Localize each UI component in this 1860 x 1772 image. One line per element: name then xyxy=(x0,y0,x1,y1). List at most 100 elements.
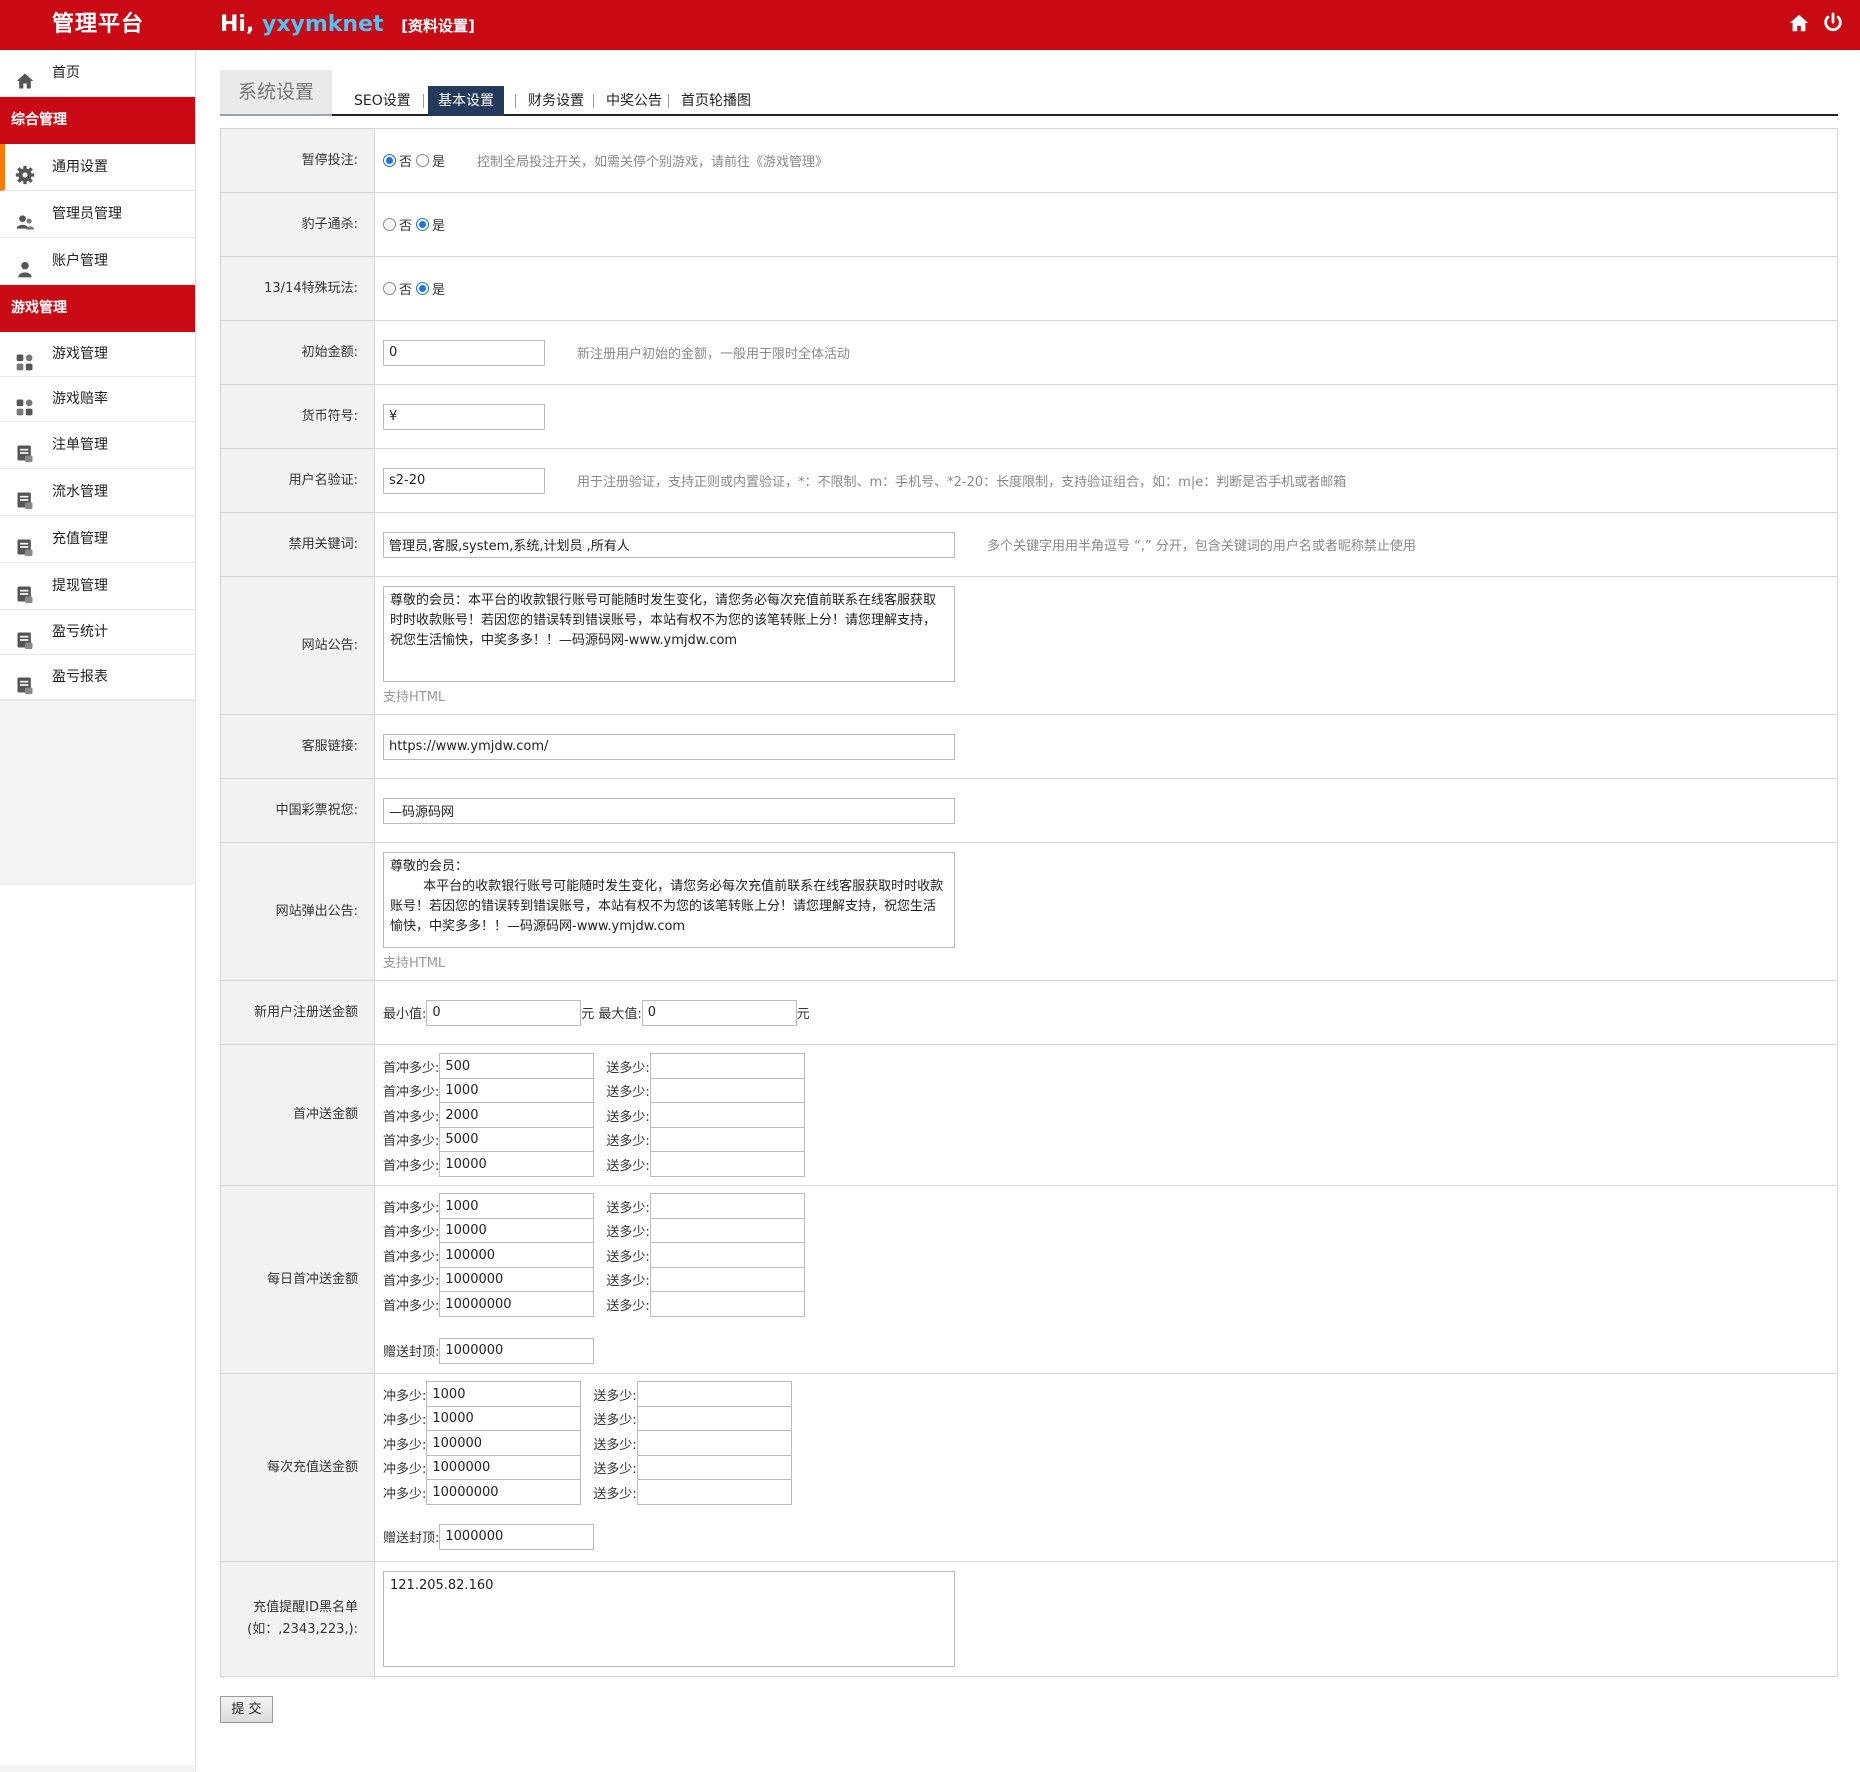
form-row-first-deposit: 首冲送金额 首冲多少: 送多少: 首冲多少: 送多少: 首冲多少: 送多少: 首冲多少: 送多… xyxy=(221,1045,1837,1186)
tier-row: 冲多少: 送多少: xyxy=(383,1430,792,1457)
initial-amount-input[interactable] xyxy=(383,339,545,366)
daily-cap-input[interactable] xyxy=(439,1337,595,1364)
form-row-blacklist: 充值提醒ID黑名单 (如：,2343,223,): 121.205.82.160 xyxy=(221,1562,1837,1676)
daily-first-bonus-input[interactable] xyxy=(649,1291,805,1318)
daily-first-amount-input[interactable] xyxy=(439,1217,595,1244)
each-deposit-bonus-input[interactable] xyxy=(636,1454,792,1481)
sidebar-item-bets[interactable]: 注单管理 xyxy=(0,422,195,469)
daily-first-amount-input[interactable] xyxy=(439,1242,595,1269)
username: yxymknet xyxy=(261,12,384,37)
tier-amount-label: 冲多少: xyxy=(383,1437,427,1453)
each-deposit-amount-input[interactable] xyxy=(426,1405,582,1432)
leopard-yes-radio[interactable] xyxy=(416,218,430,231)
home-icon xyxy=(15,64,35,89)
first-deposit-bonus-input[interactable] xyxy=(649,1102,805,1128)
tier-amount-label: 首冲多少: xyxy=(383,1085,440,1100)
field-label: 首冲送金额 xyxy=(221,1045,375,1185)
tab-finance[interactable]: 财务设置 xyxy=(518,86,594,116)
home-icon[interactable] xyxy=(1788,12,1812,36)
first-deposit-amount-input[interactable] xyxy=(439,1077,595,1104)
special-yes-radio[interactable] xyxy=(416,282,430,295)
username-check-input[interactable] xyxy=(383,467,545,494)
tier-bonus-label: 送多少: xyxy=(606,1298,650,1314)
sidebar-item-label: 盈亏统计 xyxy=(52,624,108,640)
site-notice-textarea[interactable]: 尊敬的会员：本平台的收款银行账号可能随时发生变化，请您务必每次充值前联系在线客服… xyxy=(383,586,955,682)
new-user-min-input[interactable] xyxy=(426,999,582,1026)
each-deposit-amount-input[interactable] xyxy=(426,1430,582,1457)
each-deposit-amount-input[interactable] xyxy=(426,1381,582,1408)
sidebar-bottom xyxy=(0,885,195,1765)
sidebar-item-game-odds[interactable]: 游戏赔率 xyxy=(0,377,195,422)
submit-button[interactable]: 提 交 xyxy=(220,1696,273,1723)
each-deposit-amount-input[interactable] xyxy=(426,1454,582,1481)
tier-row: 冲多少: 送多少: xyxy=(383,1479,792,1506)
sidebar-item-flow[interactable]: 流水管理 xyxy=(0,469,195,516)
daily-first-bonus-input[interactable] xyxy=(649,1193,805,1220)
first-deposit-amount-input[interactable] xyxy=(439,1151,595,1177)
first-deposit-amount-input[interactable] xyxy=(439,1102,595,1128)
daily-first-amount-input[interactable] xyxy=(439,1291,595,1318)
radio-label: 否 xyxy=(399,283,413,298)
sidebar-item-label: 提现管理 xyxy=(52,578,108,594)
tier-amount-label: 首冲多少: xyxy=(383,1225,440,1241)
tier-bonus-label: 送多少: xyxy=(606,1274,650,1290)
sidebar-item-game-manage[interactable]: 游戏管理 xyxy=(0,332,195,377)
each-deposit-bonus-input[interactable] xyxy=(636,1381,792,1408)
service-link-input[interactable] xyxy=(383,733,955,760)
first-deposit-amount-input[interactable] xyxy=(439,1126,595,1153)
tab-seo[interactable]: SEO设置 xyxy=(344,86,421,116)
each-deposit-bonus-input[interactable] xyxy=(636,1430,792,1457)
daily-first-bonus-input[interactable] xyxy=(649,1217,805,1244)
each-deposit-amount-input[interactable] xyxy=(426,1479,582,1506)
document-icon xyxy=(15,483,35,510)
sidebar-item-accounts[interactable]: 账户管理 xyxy=(0,238,195,285)
each-deposit-bonus-input[interactable] xyxy=(636,1405,792,1432)
tab-basic[interactable]: 基本设置 xyxy=(428,86,504,116)
special-no-radio[interactable] xyxy=(383,282,396,295)
field-label: 充值提醒ID黑名单 (如：,2343,223,): xyxy=(221,1562,375,1676)
banned-words-input[interactable] xyxy=(383,531,955,558)
radio-label: 是 xyxy=(432,283,446,298)
first-deposit-amount-input[interactable] xyxy=(439,1053,595,1079)
profile-settings-link[interactable]: [资料设置] xyxy=(401,17,475,35)
unit-label: 元 xyxy=(581,1007,595,1022)
blacklist-textarea[interactable]: 121.205.82.160 xyxy=(383,1571,955,1667)
sidebar-item-profit-stats[interactable]: 盈亏统计 xyxy=(0,610,195,655)
cap-label: 赠送封顶: xyxy=(383,1345,440,1361)
tab-winning-notice[interactable]: 中奖公告 xyxy=(596,86,672,116)
tier-row: 冲多少: 送多少: xyxy=(383,1454,792,1481)
lottery-wish-input[interactable] xyxy=(383,797,955,824)
sidebar-item-profit-report[interactable]: 盈亏报表 xyxy=(0,655,195,700)
field-label: 禁用关键词: xyxy=(221,513,375,576)
power-icon[interactable] xyxy=(1822,12,1846,36)
form-row-username-check: 用户名验证: 用于注册验证，支持正则或内置验证，*：不限制、m：手机号、*2-2… xyxy=(221,449,1837,513)
currency-input[interactable] xyxy=(383,403,545,430)
sidebar-item-recharge[interactable]: 充值管理 xyxy=(0,516,195,563)
sidebar-item-general-settings[interactable]: 通用设置 xyxy=(0,144,195,191)
each-deposit-bonus-input[interactable] xyxy=(636,1479,792,1506)
first-deposit-bonus-input[interactable] xyxy=(649,1126,805,1153)
daily-first-bonus-input[interactable] xyxy=(649,1242,805,1269)
each-cap-input[interactable] xyxy=(439,1523,595,1550)
tier-amount-label: 冲多少: xyxy=(383,1462,427,1478)
daily-first-amount-input[interactable] xyxy=(439,1266,595,1293)
pause-bet-no-radio[interactable] xyxy=(383,154,396,167)
first-deposit-bonus-input[interactable] xyxy=(649,1077,805,1104)
popup-notice-textarea[interactable]: 尊敬的会员： 本平台的收款银行账号可能随时发生变化，请您务必每次充值前联系在线客… xyxy=(383,852,955,948)
sidebar-item-admins[interactable]: 管理员管理 xyxy=(0,191,195,238)
first-deposit-bonus-input[interactable] xyxy=(649,1053,805,1079)
new-user-max-input[interactable] xyxy=(641,999,797,1026)
daily-first-bonus-input[interactable] xyxy=(649,1266,805,1293)
sidebar-item-withdraw[interactable]: 提现管理 xyxy=(0,563,195,610)
pause-bet-yes-radio[interactable] xyxy=(416,154,430,167)
tab-carousel[interactable]: 首页轮播图 xyxy=(671,86,761,116)
brand-title: 管理平台 xyxy=(51,12,144,37)
sidebar-item-home[interactable]: 首页 xyxy=(0,50,195,97)
leopard-no-radio[interactable] xyxy=(383,218,396,231)
field-label: 新用户注册送金额 xyxy=(221,981,375,1044)
form-row-daily-first: 每日首冲送金额 首冲多少:送多少:首冲多少:送多少:首冲多少:送多少:首冲多少:… xyxy=(221,1186,1837,1374)
document-icon xyxy=(15,624,35,650)
first-deposit-bonus-input[interactable] xyxy=(649,1151,805,1177)
tab-bar-title: 系统设置 xyxy=(220,70,332,116)
daily-first-amount-input[interactable] xyxy=(439,1193,595,1220)
